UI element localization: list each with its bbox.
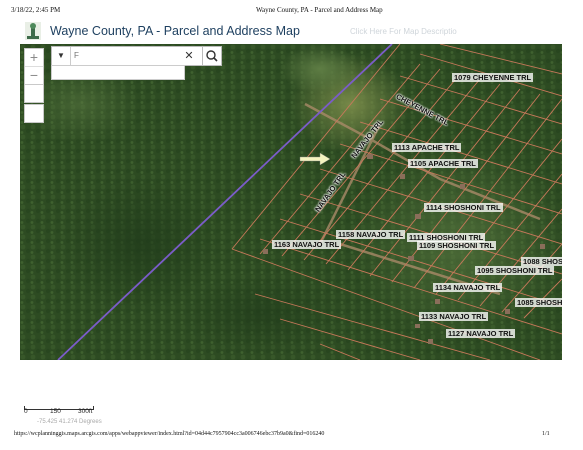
print-page-title: Wayne County, PA - Parcel and Address Ma… — [256, 6, 383, 14]
scale-tick-300: 300ft — [78, 408, 93, 415]
street-label: 1114 SHOSHONI TRL — [424, 203, 503, 212]
clear-search-button[interactable]: ✕ — [182, 47, 196, 65]
search-input[interactable] — [74, 48, 174, 62]
county-logo-icon — [25, 22, 41, 40]
zoom-control: + − — [24, 48, 44, 85]
street-label: 1079 CHEYENNE TRL — [452, 73, 534, 82]
scale-tick-0: 0 — [24, 408, 28, 415]
search-icon — [206, 50, 218, 62]
search-button[interactable] — [202, 46, 222, 66]
street-label: 1113 APACHE TRL — [392, 143, 462, 152]
search-source-dropdown[interactable]: ▼ — [52, 47, 71, 65]
app-title: Wayne County, PA - Parcel and Address Ma… — [50, 24, 300, 38]
street-label: 1085 SHOSH — [515, 298, 562, 307]
zoom-in-button[interactable]: + — [25, 49, 43, 66]
app-header: Wayne County, PA - Parcel and Address Ma… — [20, 20, 562, 44]
street-label: 1133 NAVAJO TRL — [419, 312, 489, 321]
search-box: ▼ ✕ — [51, 46, 203, 66]
street-label: 1163 NAVAJO TRL — [272, 240, 342, 249]
street-label: 1088 SHOS — [521, 257, 562, 266]
coordinate-readout: -75.425 41.274 Degrees — [37, 419, 102, 425]
street-label: 1105 APACHE TRL — [408, 159, 478, 168]
map-view[interactable]: + − ▼ ✕ 1079 CHEYENNE TRL CHEYENNE TRL N… — [20, 44, 562, 360]
print-datetime: 3/18/22, 2:45 PM — [11, 6, 61, 14]
print-header: 3/18/22, 2:45 PM Wayne County, PA - Parc… — [0, 6, 583, 18]
home-button[interactable] — [24, 84, 44, 103]
street-label: 1109 SHOSHONI TRL — [417, 241, 497, 250]
search-suggestions[interactable] — [51, 65, 185, 80]
print-page-number: 1/1 — [542, 431, 550, 437]
street-label: 1127 NAVAJO TRL — [446, 329, 516, 338]
scale-tick-150: 150 — [50, 408, 61, 415]
street-label: 1158 NAVAJO TRL — [336, 230, 406, 239]
street-label: 1095 SHOSHONI TRL — [475, 266, 555, 275]
locate-button[interactable] — [24, 104, 44, 123]
zoom-out-button[interactable]: − — [25, 66, 43, 84]
street-label: 1134 NAVAJO TRL — [433, 283, 503, 292]
print-url: https://wcplanninggis.maps.arcgis.com/ap… — [14, 431, 325, 437]
scale-bar: 0 150 300ft — [24, 403, 94, 417]
map-description-link[interactable]: Click Here For Map Descriptio — [350, 27, 457, 36]
